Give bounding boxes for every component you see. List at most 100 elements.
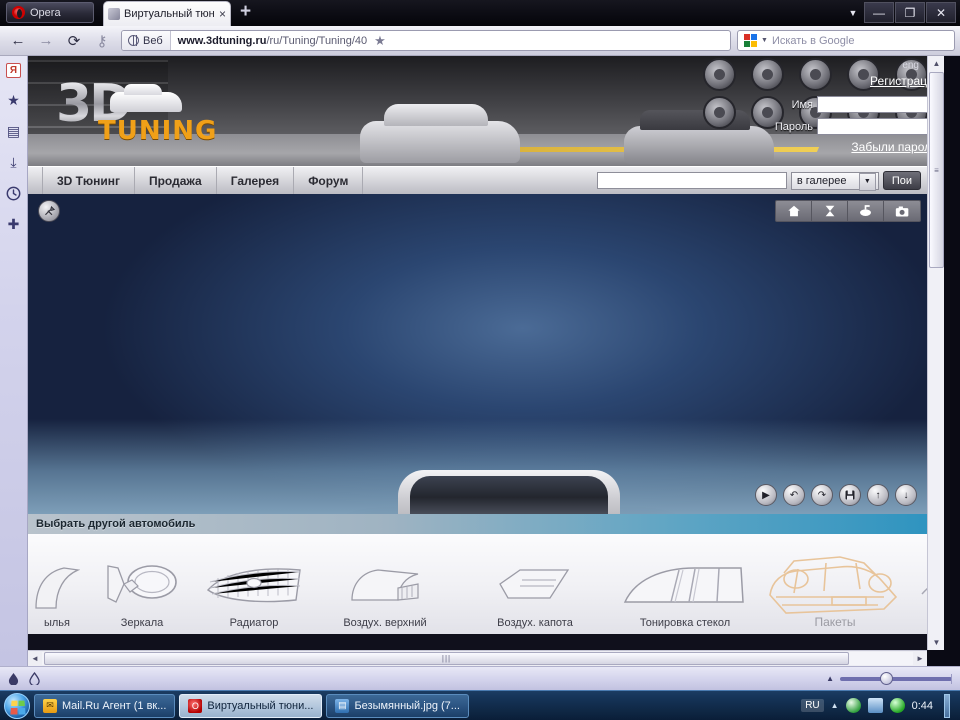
part-item-window-tint[interactable]: Тонировка стекол <box>610 555 760 634</box>
yandex-icon[interactable]: Я <box>6 63 21 78</box>
url-protocol-badge[interactable]: Веб <box>122 31 171 50</box>
rotate-right-button[interactable]: ↷ <box>811 484 833 506</box>
scroll-down-arrow-icon[interactable]: ▼ <box>928 635 945 650</box>
tab-title: Виртуальный тюнинг а... <box>124 8 215 20</box>
search-engine-caret-icon[interactable]: ▼ <box>761 37 768 44</box>
back-button[interactable]: ← <box>5 29 31 53</box>
tab-close-icon[interactable]: × <box>219 7 226 21</box>
zoom-control[interactable]: ▲ <box>826 671 952 685</box>
site-logo[interactable]: 3D TUNING <box>56 74 216 148</box>
language-link-eng[interactable]: eng <box>902 60 919 71</box>
tray-mailru-icon[interactable] <box>845 698 861 713</box>
viewer-round-controls: ▶ ↶ ↷ ↑ ↓ <box>755 484 917 506</box>
home-icon[interactable] <box>776 201 812 221</box>
notes-icon[interactable]: ▤ <box>5 123 22 140</box>
play-button[interactable]: ▶ <box>755 484 777 506</box>
car-3d-model[interactable] <box>326 462 696 514</box>
part-item-fender[interactable]: ылья <box>28 555 86 634</box>
show-desktop-button[interactable] <box>944 693 950 718</box>
part-label: Аэрография <box>910 617 927 629</box>
tray-antivirus-icon[interactable] <box>889 698 905 713</box>
paint-icon[interactable] <box>848 201 884 221</box>
part-item-mirrors[interactable]: Зеркала <box>86 555 198 634</box>
url-bar[interactable]: Веб www.3dtuning.ru/ru/Tuning/Tuning/40 … <box>121 30 731 51</box>
forward-button[interactable]: → <box>33 29 59 53</box>
browser-tab[interactable]: Виртуальный тюнинг а... × <box>103 1 231 26</box>
camera-icon[interactable] <box>884 201 920 221</box>
site-search-scope-select[interactable]: в галерее <box>790 171 879 191</box>
add-panel-icon[interactable]: ✚ <box>5 216 22 233</box>
nav-item-gallery[interactable]: Галерея <box>217 166 295 195</box>
taskbar-item-label: Виртуальный тюни... <box>207 699 314 712</box>
taskbar-item-image-viewer[interactable]: ▤ Безымянный.jpg (7... <box>326 693 469 718</box>
minimize-button[interactable]: — <box>864 2 894 23</box>
opera-menu-label: Opera <box>30 6 61 19</box>
car-3d-viewer[interactable]: ▶ ↶ ↷ ↑ ↓ <box>28 194 927 514</box>
image-mode-icon[interactable] <box>29 672 40 685</box>
opera-menu-button[interactable]: Opera <box>6 2 94 23</box>
choose-another-car-bar[interactable]: Выбрать другой автомобиль <box>28 514 927 534</box>
part-item-hood-vent[interactable]: Воздух. капота <box>460 555 610 634</box>
part-item-radiator[interactable]: Радиатор <box>198 555 310 634</box>
login-password-input[interactable] <box>817 118 927 135</box>
logo-car-icon <box>110 84 182 112</box>
save-button[interactable] <box>839 484 861 506</box>
scroll-right-arrow-icon[interactable]: ► <box>913 654 927 663</box>
scroll-left-arrow-icon[interactable]: ◄ <box>28 654 42 663</box>
taskbar-item-opera[interactable]: O Виртуальный тюни... <box>179 693 323 718</box>
part-item-airbrush[interactable]: Аэрография <box>910 555 927 634</box>
language-indicator[interactable]: RU <box>801 699 824 712</box>
browser-search-box[interactable]: ▼ Искать в Google <box>737 30 955 51</box>
window-menu-caret-icon[interactable]: ▼ <box>843 2 863 23</box>
roof-vent-icon <box>310 555 460 617</box>
start-button[interactable] <box>4 692 30 719</box>
viewer-tools-icon[interactable] <box>38 200 60 222</box>
rotate-left-button[interactable]: ↶ <box>783 484 805 506</box>
security-key-icon[interactable]: ⚷ <box>89 29 115 53</box>
tray-network-icon[interactable] <box>867 698 883 713</box>
bookmark-star-icon[interactable]: ★ <box>367 33 393 49</box>
zoom-slider-knob[interactable] <box>880 671 893 685</box>
transform-icon[interactable] <box>812 201 848 221</box>
download-button[interactable]: ↓ <box>895 484 917 506</box>
reload-button[interactable]: ⟳ <box>61 29 87 53</box>
tray-expand-caret-icon[interactable]: ▲ <box>831 701 839 710</box>
page-horizontal-scrollbar[interactable]: ◄ ||| ► <box>28 650 927 666</box>
nav-item-forum[interactable]: Форум <box>294 166 364 195</box>
upload-button[interactable]: ↑ <box>867 484 889 506</box>
globe-icon <box>128 34 139 46</box>
zoom-slider-track[interactable] <box>840 671 952 685</box>
header-car-silhouette-suv <box>360 104 520 163</box>
history-icon[interactable] <box>5 185 22 202</box>
maximize-button[interactable]: ❐ <box>895 2 925 23</box>
bookmarks-icon[interactable]: ★ <box>5 92 22 109</box>
taskbar-item-mail-agent[interactable]: ✉ Mail.Ru Агент (1 вк... <box>34 693 176 718</box>
login-password-label: Пароль <box>774 120 813 133</box>
horizontal-scroll-thumb[interactable]: ||| <box>44 652 849 665</box>
new-tab-button[interactable]: + <box>240 2 251 21</box>
part-label: ылья <box>43 617 70 629</box>
site-search-input[interactable] <box>596 172 787 189</box>
register-link[interactable]: Регистрац <box>870 74 927 88</box>
part-item-roof-vent[interactable]: Воздух. верхний <box>310 555 460 634</box>
vertical-scroll-thumb[interactable]: ≡ <box>929 72 944 268</box>
login-name-input[interactable] <box>817 96 927 113</box>
part-label: Пакеты <box>814 615 856 629</box>
opera-icon: O <box>188 698 203 713</box>
content-block-icon[interactable] <box>8 672 19 685</box>
nav-item-3d-tuning[interactable]: 3D Тюнинг <box>42 166 135 195</box>
site-search-button[interactable]: Пои <box>882 171 921 190</box>
close-button[interactable]: ✕ <box>926 2 956 23</box>
image-icon: ▤ <box>335 698 350 713</box>
downloads-icon[interactable]: ⤓ <box>5 154 22 171</box>
forgot-password-link[interactable]: Забыли пароль? вой <box>851 140 927 154</box>
part-item-body-kit[interactable]: Пакеты <box>760 553 910 634</box>
site-header: 3D TUNING eng Регистрац Имя Пароль Забыл… <box>28 56 927 166</box>
nav-item-sale[interactable]: Продажа <box>135 166 217 195</box>
page-vertical-scrollbar[interactable]: ▲ ≡ ▼ <box>927 56 944 650</box>
zoom-caret-icon[interactable]: ▲ <box>826 674 834 683</box>
scroll-up-arrow-icon[interactable]: ▲ <box>928 56 945 71</box>
clock[interactable]: 0:44 <box>912 700 933 712</box>
part-label: Зеркала <box>120 617 164 629</box>
horizontal-scroll-track[interactable]: ||| <box>42 652 913 665</box>
